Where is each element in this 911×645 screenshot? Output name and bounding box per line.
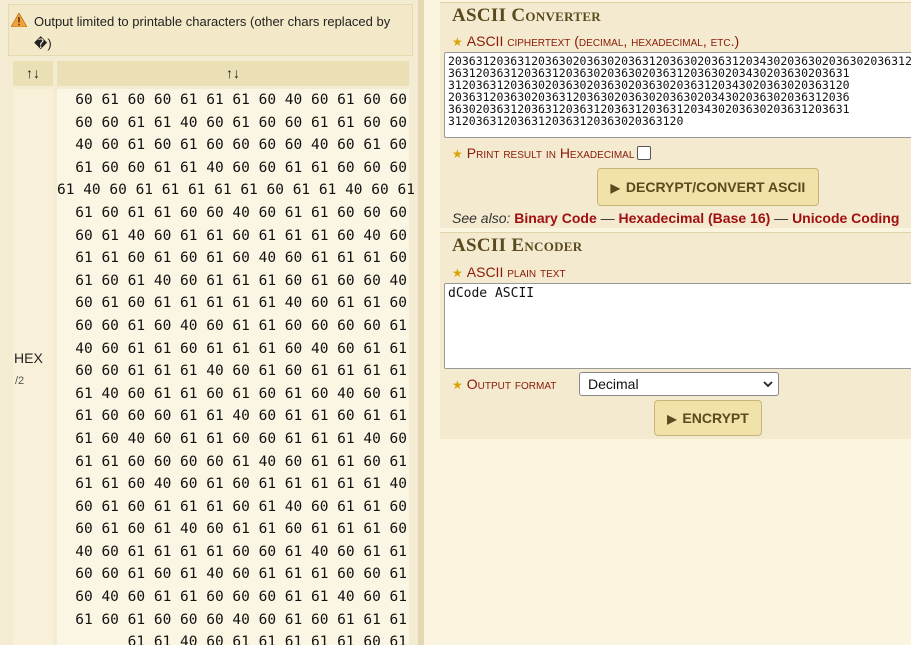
plaintext-label: ASCII plain text <box>466 264 566 280</box>
result-line: 60 60 61 61 40 60 61 60 60 61 61 60 60 <box>75 114 407 131</box>
decrypt-convert-button[interactable]: ▶ DECRYPT/CONVERT ASCII <box>597 168 819 206</box>
output-format-row: ★ Output format <box>452 376 556 392</box>
chevron-down-icon <box>763 381 773 388</box>
play-icon: ▶ <box>610 181 620 195</box>
see-also-row: See also: Binary Code — Hexadecimal (Bas… <box>452 210 899 226</box>
output-format-select[interactable]: Decimal <box>579 372 779 396</box>
result-line: 61 60 61 60 60 60 40 60 61 60 61 61 61 <box>75 611 407 628</box>
result-line: 61 61 40 60 61 61 61 61 61 60 61 <box>127 634 407 645</box>
warning-icon <box>11 13 27 27</box>
link-unicode-coding[interactable]: Unicode Coding <box>792 210 899 226</box>
ciphertext-label-row: ★ ASCII ciphertext (decimal, hexadecimal,… <box>452 33 739 49</box>
warning-text: Output limited to printable characters (… <box>34 14 391 51</box>
star-icon: ★ <box>452 35 463 49</box>
result-line: 61 61 60 61 60 61 60 40 60 61 61 61 60 <box>75 250 407 267</box>
result-hex-output: 60 61 60 60 61 61 61 60 40 60 61 60 60 60… <box>57 89 415 645</box>
see-also-separator: — <box>770 210 793 226</box>
result-line: 61 60 40 60 61 61 60 60 61 61 61 40 60 <box>75 430 407 447</box>
output-format-label: Output format <box>466 376 557 392</box>
ciphertext-label: ASCII ciphertext (decimal, hexadecimal, … <box>466 33 740 49</box>
result-line: 61 40 60 61 61 60 61 60 61 60 40 60 61 <box>75 385 407 402</box>
result-line: 60 60 61 61 61 40 60 61 60 61 61 61 61 <box>75 363 407 380</box>
result-line: 61 60 61 61 60 60 40 60 61 61 60 60 60 <box>75 204 407 221</box>
star-icon: ★ <box>452 266 463 280</box>
star-icon: ★ <box>452 378 463 392</box>
hex-option-label: Print result in Hexadecimal <box>466 145 635 161</box>
encoder-title: ASCII Encoder <box>452 235 583 256</box>
hex-option-row: ★ Print result in Hexadecimal <box>452 145 652 161</box>
result-line: 61 40 60 61 61 61 61 61 60 61 61 40 60 6… <box>57 182 415 199</box>
play-icon: ▶ <box>667 412 677 426</box>
encrypt-label: ENCRYPT <box>682 410 749 426</box>
result-line: 40 60 61 60 61 60 60 60 60 40 60 61 60 <box>75 137 407 154</box>
ciphertext-input[interactable]: 2036312036312036302036302036312036302036… <box>444 52 911 138</box>
star-icon: ★ <box>452 147 463 161</box>
link-binary-code[interactable]: Binary Code <box>514 210 596 226</box>
result-line: 60 61 60 61 61 61 61 61 40 60 61 61 60 <box>75 295 407 312</box>
result-data-cell: 60 61 60 60 61 61 61 60 40 60 61 60 60 60… <box>57 89 415 645</box>
sort-column-2-button[interactable]: ↑↓ <box>57 61 409 86</box>
hex-option-checkbox[interactable] <box>637 146 652 160</box>
result-line: 60 61 60 61 61 61 60 61 40 60 61 61 60 <box>75 498 407 515</box>
result-line: 60 60 61 60 61 40 60 61 61 61 60 60 61 <box>75 566 407 583</box>
results-panel: Output limited to printable characters (… <box>0 0 424 645</box>
result-line: 61 61 60 60 60 60 61 40 60 61 61 60 61 <box>75 453 407 470</box>
plaintext-label-row: ★ ASCII plain text <box>452 264 566 280</box>
plaintext-input[interactable]: dCode ASCII <box>444 283 911 369</box>
result-line: 40 60 61 61 60 61 61 61 60 40 60 61 61 <box>75 340 407 357</box>
link-hexadecimal[interactable]: Hexadecimal (Base 16) <box>619 210 771 226</box>
result-format-label: HEX <box>14 350 43 366</box>
output-format-value: Decimal <box>588 376 639 392</box>
ciphertext-line: 3120363120363120363120363020363120 <box>448 114 684 128</box>
result-line: 40 60 61 61 61 61 60 60 61 40 60 61 61 <box>75 543 407 560</box>
result-line: 60 61 60 61 40 60 61 61 60 61 61 61 60 <box>75 521 407 538</box>
ascii-encoder-panel: ASCII Encoder ★ ASCII plain text dCode AS… <box>440 232 911 439</box>
warning-banner: Output limited to printable characters (… <box>8 4 413 56</box>
decrypt-convert-label: DECRYPT/CONVERT ASCII <box>625 179 806 195</box>
result-line: 61 60 61 40 60 61 61 61 60 61 60 60 40 <box>75 272 407 289</box>
results-scrollbar[interactable] <box>418 0 424 645</box>
result-line: 60 61 60 60 61 61 61 60 40 60 61 60 60 <box>75 92 407 108</box>
result-line: 61 60 60 61 61 40 60 60 61 61 60 60 60 <box>75 159 407 176</box>
ascii-converter-panel: ASCII Converter ★ ASCII ciphertext (decim… <box>440 2 911 228</box>
result-format-sub: /2 <box>15 375 25 387</box>
result-line: 61 60 60 60 61 61 40 60 61 61 60 61 61 <box>75 408 407 425</box>
encrypt-button[interactable]: ▶ ENCRYPT <box>654 400 762 436</box>
result-line: 61 61 60 40 60 61 60 61 61 61 61 61 40 <box>75 476 407 493</box>
converter-title: ASCII Converter <box>452 5 601 26</box>
result-line: 60 60 61 60 40 60 61 61 60 60 60 60 61 <box>75 317 407 334</box>
result-line: 60 61 40 60 61 61 60 61 61 61 60 40 60 <box>75 227 407 244</box>
result-line: 60 40 60 61 61 60 60 60 61 61 40 60 61 <box>75 589 407 606</box>
result-label-cell: HEX /2 <box>13 89 53 645</box>
see-also-label: See also: <box>452 210 511 226</box>
see-also-separator: — <box>596 210 619 226</box>
sort-column-1-button[interactable]: ↑↓ <box>13 61 53 86</box>
